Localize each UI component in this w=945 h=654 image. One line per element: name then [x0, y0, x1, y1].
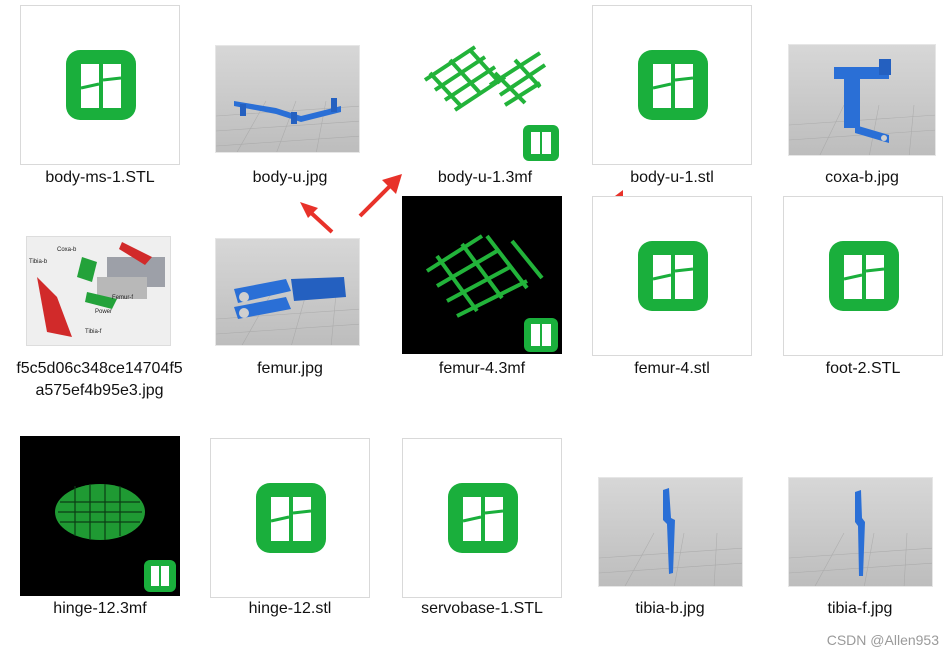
app-icon	[638, 241, 708, 311]
app-icon	[829, 241, 899, 311]
thumb-tibia-f-jpg[interactable]	[788, 477, 933, 587]
diagram-label: Femur-f	[112, 295, 133, 301]
file-name[interactable]: foot-2.STL	[768, 358, 945, 380]
file-name[interactable]: coxa-b.jpg	[767, 167, 945, 189]
thumb-coxa-b-jpg[interactable]	[788, 44, 936, 156]
app-badge-icon	[523, 125, 559, 161]
red-arrow-icon	[300, 202, 334, 234]
assembly-diagram-image: Coxa-b Tibia-b Femur-f Power Tibia-f	[27, 237, 170, 345]
file-name[interactable]: femur.jpg	[195, 358, 385, 380]
blue-part-render	[789, 490, 932, 586]
file-name[interactable]: f5c5d06c348ce14704f5a575ef4b95e3.jpg	[12, 358, 187, 402]
blue-part-render	[599, 488, 742, 586]
thumb-hinge-12-stl[interactable]	[210, 438, 370, 598]
file-name[interactable]: hinge-12.stl	[195, 598, 385, 620]
red-arrow-icon	[358, 174, 402, 218]
app-badge-icon	[144, 560, 176, 592]
diagram-label: Coxa-b	[57, 247, 77, 253]
file-name[interactable]: tibia-b.jpg	[575, 598, 765, 620]
thumb-femur-jpg[interactable]	[215, 238, 360, 346]
blue-part-render	[789, 59, 935, 155]
thumb-assembly-diagram-jpg[interactable]: Coxa-b Tibia-b Femur-f Power Tibia-f	[26, 236, 171, 346]
file-name[interactable]: body-u-1.stl	[577, 167, 767, 189]
file-name[interactable]: hinge-12.3mf	[5, 598, 195, 620]
thumb-tibia-b-jpg[interactable]	[598, 477, 743, 587]
thumb-body-u-1-3mf[interactable]	[405, 5, 565, 165]
diagram-label: Tibia-f	[85, 329, 102, 335]
file-name[interactable]: tibia-f.jpg	[765, 598, 945, 620]
thumb-foot-2-stl[interactable]	[783, 196, 943, 356]
app-icon	[448, 483, 518, 553]
thumb-servobase-1-stl[interactable]	[402, 438, 562, 598]
thumb-body-ms-1-stl[interactable]	[20, 5, 180, 165]
file-name[interactable]: femur-4.stl	[577, 358, 767, 380]
green-lattice-render	[425, 234, 558, 352]
thumb-body-u-1-stl[interactable]	[592, 5, 752, 165]
blue-part-render	[216, 277, 359, 345]
green-lattice-render	[55, 484, 176, 592]
diagram-label: Tibia-b	[29, 259, 48, 265]
thumb-femur-4-stl[interactable]	[592, 196, 752, 356]
file-name[interactable]: femur-4.3mf	[387, 358, 577, 380]
app-icon	[256, 483, 326, 553]
blue-part-render	[216, 98, 359, 152]
app-icon	[66, 50, 136, 120]
thumb-hinge-12-3mf[interactable]	[20, 436, 180, 596]
diagram-label: Power	[95, 309, 112, 315]
thumb-femur-4-3mf[interactable]	[402, 196, 562, 354]
green-lattice-render	[423, 45, 559, 161]
watermark: CSDN @Allen953	[826, 632, 939, 648]
thumb-body-u-jpg[interactable]	[215, 45, 360, 153]
app-icon	[638, 50, 708, 120]
file-name[interactable]: body-ms-1.STL	[5, 167, 195, 189]
file-name[interactable]: servobase-1.STL	[387, 598, 577, 620]
file-name[interactable]: body-u-1.3mf	[390, 167, 580, 189]
app-badge-icon	[524, 318, 558, 352]
